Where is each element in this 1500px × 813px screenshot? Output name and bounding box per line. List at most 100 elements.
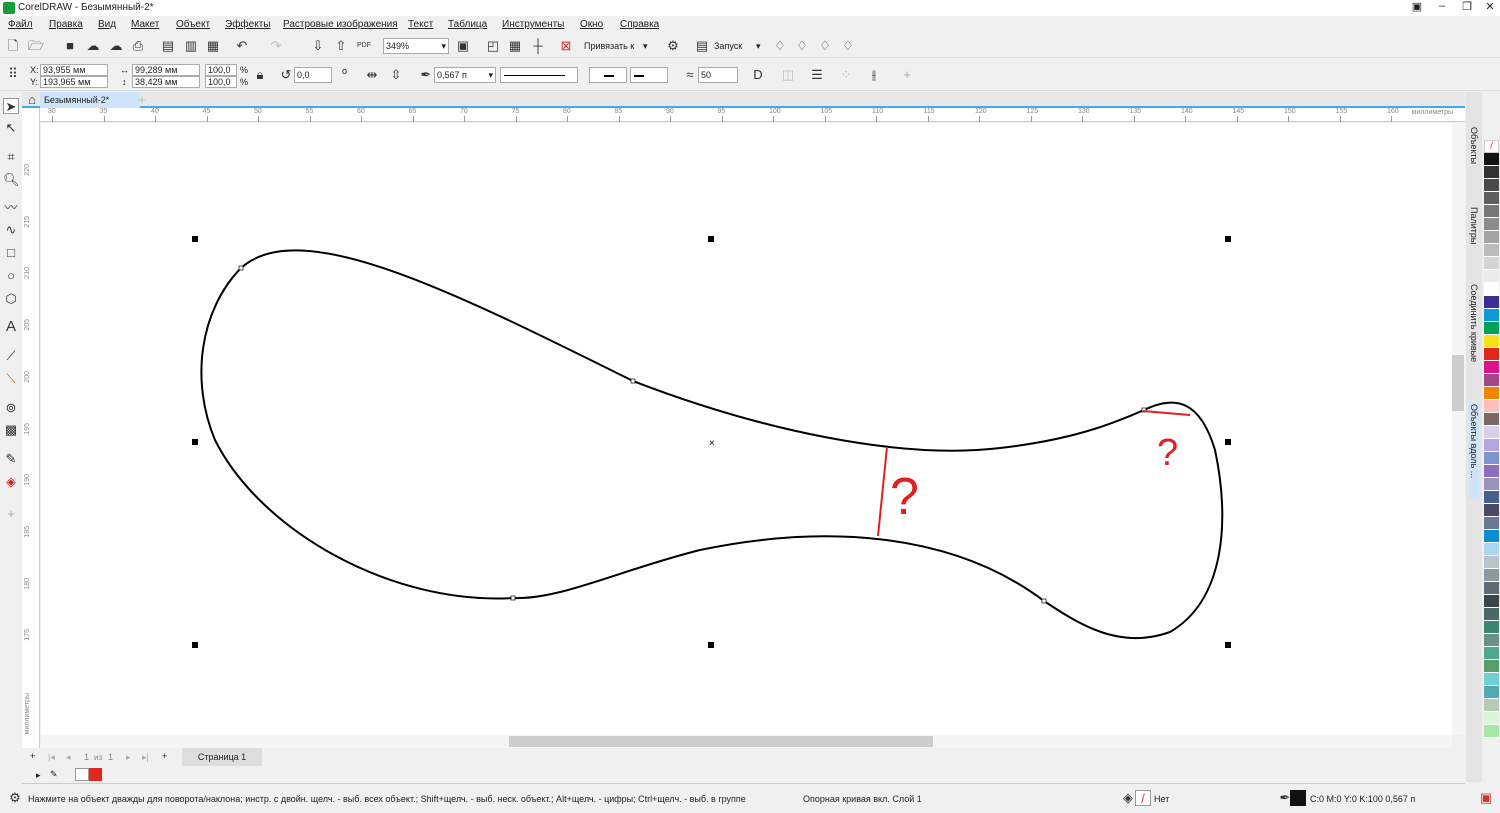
height-input[interactable]: 38,429 мм bbox=[132, 76, 200, 88]
y-position-input[interactable]: 193,965 мм bbox=[40, 76, 108, 88]
color-swatch[interactable] bbox=[1484, 647, 1499, 660]
no-color-swatch[interactable]: / bbox=[1484, 140, 1499, 153]
copy-icon[interactable]: ▥ bbox=[183, 38, 199, 54]
color-swatch[interactable] bbox=[1484, 322, 1499, 335]
color-swatch[interactable] bbox=[1484, 283, 1499, 296]
snap-off-icon[interactable]: ⊠ bbox=[558, 38, 574, 54]
color-swatch[interactable] bbox=[1484, 296, 1499, 309]
fill-tool-icon[interactable]: ◈ bbox=[3, 474, 19, 490]
macro-icon[interactable]: ♢ bbox=[840, 38, 856, 54]
close-button[interactable]: ✕ bbox=[1478, 0, 1500, 16]
prev-page-icon[interactable]: ◂ bbox=[66, 752, 71, 763]
menu-bitmaps[interactable]: Растровые изображения bbox=[283, 19, 398, 30]
cut-icon[interactable]: ▤ bbox=[160, 38, 176, 54]
color-swatch[interactable] bbox=[1484, 335, 1499, 348]
color-swatch[interactable] bbox=[1484, 244, 1499, 257]
show-rulers-icon[interactable]: ◰ bbox=[485, 38, 501, 54]
options-gear-icon[interactable]: ⚙ bbox=[665, 38, 681, 54]
selection-handle[interactable] bbox=[192, 642, 198, 648]
launch-icon[interactable]: ▤ bbox=[694, 38, 710, 54]
paste-icon[interactable]: ▦ bbox=[205, 38, 221, 54]
docker-tab-palettes[interactable]: Палитры bbox=[1469, 207, 1479, 244]
color-swatch[interactable] bbox=[1484, 686, 1499, 699]
add-page-icon[interactable]: + bbox=[30, 751, 35, 761]
outline-width-select[interactable]: 0,567 п ▾ bbox=[434, 67, 496, 83]
docker-tab-objects[interactable]: Объекты bbox=[1469, 127, 1479, 164]
pick-tool-icon[interactable]: ➤ bbox=[3, 98, 19, 114]
snap-to-dropdown[interactable]: Привязать к bbox=[584, 41, 634, 51]
x-position-input[interactable]: 93,955 мм bbox=[40, 64, 108, 76]
settings-gear-icon[interactable]: ⚙ bbox=[7, 790, 23, 806]
color-swatch[interactable] bbox=[1484, 608, 1499, 621]
vertical-ruler[interactable]: 220 215 210 205 200 195 190 185 180 175 миллиметры bbox=[22, 108, 40, 748]
color-swatch[interactable] bbox=[1484, 530, 1499, 543]
color-swatch[interactable] bbox=[1484, 218, 1499, 231]
outline-color-swatch[interactable] bbox=[1290, 790, 1306, 806]
text-tool-icon[interactable]: A bbox=[3, 319, 19, 335]
mirror-horizontal-icon[interactable]: ⇹ bbox=[364, 67, 380, 83]
color-swatch[interactable] bbox=[1484, 725, 1499, 738]
color-swatch[interactable] bbox=[1484, 634, 1499, 647]
full-screen-icon[interactable]: ▣ bbox=[455, 38, 471, 54]
scroll-thumb[interactable] bbox=[1452, 355, 1464, 411]
menu-help[interactable]: Справка bbox=[620, 19, 659, 30]
color-swatch[interactable] bbox=[1484, 374, 1499, 387]
object-origin-icon[interactable]: ⠿ bbox=[5, 66, 21, 82]
color-swatch[interactable] bbox=[1484, 361, 1499, 374]
close-curve-icon[interactable]: D bbox=[750, 67, 766, 83]
home-icon[interactable]: ⌂ bbox=[24, 92, 40, 108]
menu-tools[interactable]: Инструменты bbox=[502, 19, 564, 30]
selection-handle[interactable] bbox=[1225, 642, 1231, 648]
menu-effects[interactable]: Эффекты bbox=[225, 19, 270, 30]
color-swatch[interactable] bbox=[1484, 400, 1499, 413]
line-style-select[interactable] bbox=[500, 67, 578, 83]
transparency-tool-icon[interactable]: ▩ bbox=[3, 422, 19, 438]
red-swatch[interactable] bbox=[89, 768, 102, 781]
new-document-icon[interactable]: 🗋 bbox=[5, 38, 21, 54]
cloud-upload-icon[interactable]: ☁ bbox=[108, 38, 124, 54]
cloud-download-icon[interactable]: ☁ bbox=[85, 38, 101, 54]
color-swatch[interactable] bbox=[1484, 491, 1499, 504]
zoom-level-select[interactable]: 349% ▾ bbox=[383, 38, 449, 54]
extract-subpath-icon[interactable]: ◫ bbox=[780, 67, 796, 83]
menu-layout[interactable]: Макет bbox=[131, 19, 159, 30]
color-swatch[interactable] bbox=[1484, 387, 1499, 400]
color-swatch[interactable] bbox=[1484, 582, 1499, 595]
start-arrow-select[interactable] bbox=[589, 67, 627, 83]
color-swatch[interactable] bbox=[1484, 192, 1499, 205]
color-swatch[interactable] bbox=[1484, 504, 1499, 517]
color-swatch[interactable] bbox=[1484, 569, 1499, 582]
crop-tool-icon[interactable]: ⌗ bbox=[3, 149, 19, 165]
node-align-icon[interactable]: ⫲ bbox=[866, 67, 882, 83]
rotation-input[interactable]: 0,0 bbox=[294, 67, 332, 83]
color-swatch[interactable] bbox=[1484, 413, 1499, 426]
docker-tab-join-curves[interactable]: Соединить кривые bbox=[1469, 284, 1479, 362]
connector-tool-icon[interactable]: ⟍ bbox=[3, 371, 19, 387]
dimension-tool-icon[interactable]: ⟋ bbox=[3, 348, 19, 364]
node[interactable] bbox=[510, 595, 516, 601]
color-swatch[interactable] bbox=[1484, 439, 1499, 452]
artistic-media-icon[interactable]: ∿ bbox=[3, 222, 19, 238]
open-icon[interactable]: 🗁 bbox=[28, 38, 44, 54]
color-proofing-icon[interactable]: ▣ bbox=[1478, 790, 1494, 806]
color-swatch[interactable] bbox=[1484, 673, 1499, 686]
selection-handle[interactable] bbox=[1225, 439, 1231, 445]
color-swatch[interactable] bbox=[1484, 660, 1499, 673]
macro-icon[interactable]: ♢ bbox=[794, 38, 810, 54]
chevron-down-icon[interactable]: ▾ bbox=[756, 41, 761, 52]
end-arrow-select[interactable] bbox=[630, 67, 668, 83]
menu-view[interactable]: Вид bbox=[98, 19, 116, 30]
menu-object[interactable]: Объект bbox=[176, 19, 210, 30]
add-tool-icon[interactable]: + bbox=[3, 506, 19, 522]
print-icon[interactable]: ⎙ bbox=[130, 38, 146, 54]
macro-icon[interactable]: ♢ bbox=[817, 38, 833, 54]
export-icon[interactable]: ⇧ bbox=[333, 38, 349, 54]
color-swatch[interactable] bbox=[1484, 270, 1499, 283]
color-swatch[interactable] bbox=[1484, 348, 1499, 361]
text-wrap-icon[interactable]: ☰ bbox=[809, 67, 825, 83]
selection-handle[interactable] bbox=[192, 439, 198, 445]
color-swatch[interactable] bbox=[1484, 699, 1499, 712]
shape-tool-icon[interactable]: ↖ bbox=[3, 120, 19, 136]
page-tab[interactable]: Страница 1 bbox=[182, 748, 262, 766]
menu-edit[interactable]: Правка bbox=[49, 19, 83, 30]
